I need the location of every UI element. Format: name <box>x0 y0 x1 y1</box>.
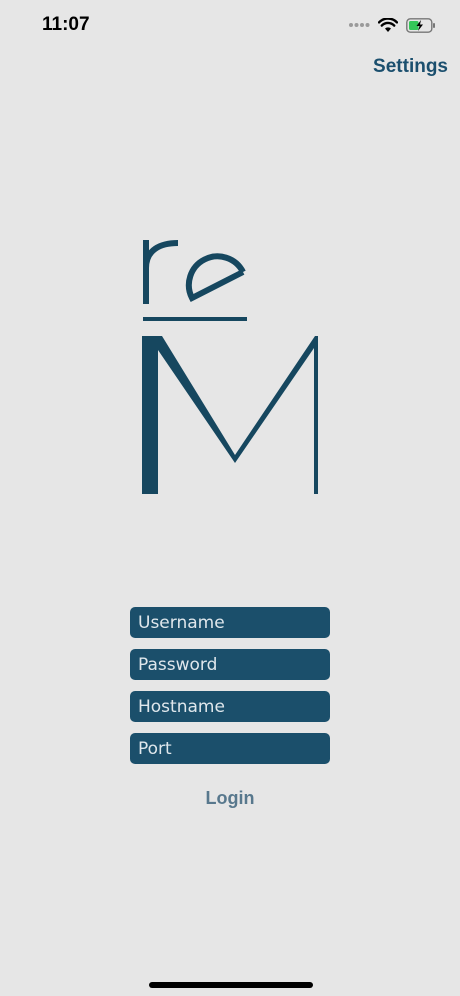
wifi-icon <box>378 17 398 32</box>
settings-button[interactable]: Settings <box>373 56 448 78</box>
login-screen: 11:07 Settings Username Hostname Port Lo… <box>0 0 460 996</box>
port-field[interactable] <box>130 733 330 764</box>
battery-charging-icon <box>406 17 435 33</box>
logo-re-mark <box>143 240 246 304</box>
username-field[interactable] <box>130 607 330 638</box>
hostname-field[interactable] <box>130 691 330 722</box>
home-indicator[interactable] <box>149 982 313 988</box>
password-field[interactable] <box>130 649 330 680</box>
rem-logo <box>142 240 318 494</box>
status-time: 11:07 <box>42 14 90 35</box>
login-button[interactable]: Login <box>130 788 330 809</box>
logo-m-mark <box>142 336 318 494</box>
signal-dots-icon <box>349 23 370 27</box>
logo-underline <box>143 317 247 321</box>
status-icons <box>348 16 436 34</box>
